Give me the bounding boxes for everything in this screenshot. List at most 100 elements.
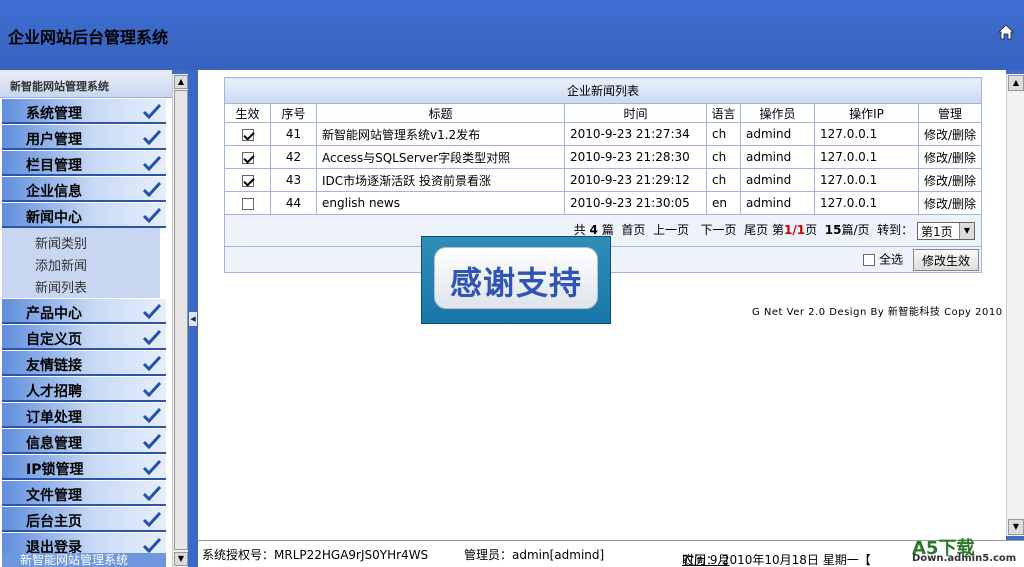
cell-manage-link[interactable]: 修改/删除 bbox=[918, 191, 982, 215]
cell-title[interactable]: 新智能网站管理系统v1.2发布 bbox=[316, 122, 565, 146]
sidebar-subitem[interactable]: 添加新闻 bbox=[2, 252, 160, 274]
check-icon bbox=[142, 537, 162, 553]
apply-button[interactable]: 修改生效 bbox=[912, 248, 979, 271]
check-icon bbox=[142, 103, 162, 119]
sidebar-item-label: 新闻中心 bbox=[26, 210, 82, 226]
cell-ip: 127.0.0.1 bbox=[814, 122, 919, 146]
home-icon[interactable] bbox=[998, 24, 1014, 40]
sidebar-item[interactable]: 后台主页 bbox=[2, 506, 166, 532]
scroll-thumb[interactable] bbox=[174, 90, 188, 550]
active-checkbox[interactable] bbox=[241, 151, 254, 164]
active-checkbox[interactable] bbox=[241, 128, 254, 141]
pager-page-prefix: 第 bbox=[772, 223, 785, 238]
cell-active bbox=[224, 191, 271, 215]
check-icon bbox=[142, 511, 162, 527]
sidebar-item[interactable]: 友情链接 bbox=[2, 350, 166, 376]
check-icon bbox=[142, 129, 162, 145]
cell-operator: admind bbox=[740, 191, 815, 215]
sidebar-item[interactable]: 新闻中心 bbox=[2, 202, 166, 228]
sidebar-item-label: 文件管理 bbox=[26, 488, 82, 504]
cell-active bbox=[224, 145, 271, 169]
sidebar-item[interactable]: 用户管理 bbox=[2, 124, 166, 150]
scroll-up-icon[interactable]: ▲ bbox=[1008, 75, 1024, 91]
cell-lang: en bbox=[706, 191, 741, 215]
cell-time: 2010-9-23 21:28:30 bbox=[564, 145, 707, 169]
table-row: 43 IDC市场逐渐活跃 投资前景看涨 2010-9-23 21:29:12 ch ad… bbox=[224, 168, 982, 192]
sidebar-item-label: 订单处理 bbox=[26, 410, 82, 426]
cell-active bbox=[224, 168, 271, 192]
col-lang: 语言 bbox=[706, 103, 741, 123]
sidebar-item-label: 自定义页 bbox=[26, 332, 82, 348]
cell-ip: 127.0.0.1 bbox=[814, 145, 919, 169]
scroll-up-icon[interactable]: ▲ bbox=[174, 75, 188, 89]
table-caption: 企业新闻列表 bbox=[224, 77, 982, 104]
cell-id: 44 bbox=[270, 191, 317, 215]
table-row: 41 新智能网站管理系统v1.2发布 2010-9-23 21:27:34 ch adm… bbox=[224, 122, 982, 146]
pager-last-link[interactable]: 尾页 bbox=[744, 223, 768, 237]
cell-id: 41 bbox=[270, 122, 317, 146]
sidebar-item[interactable]: 系统管理 bbox=[2, 98, 166, 124]
check-icon bbox=[142, 355, 162, 371]
sidebar-item[interactable]: 企业信息 bbox=[2, 176, 166, 202]
sidebar-scrollbar[interactable]: ▲ ▼ bbox=[172, 74, 188, 567]
cell-lang: ch bbox=[706, 145, 741, 169]
app-title: 企业网站后台管理系统 bbox=[8, 28, 169, 47]
page-select-value: 第1页 bbox=[921, 224, 953, 239]
cell-lang: ch bbox=[706, 122, 741, 146]
cell-title[interactable]: english news bbox=[316, 191, 565, 215]
sidebar-item[interactable]: 人才招聘 bbox=[2, 376, 166, 402]
thanks-text: 感谢支持 bbox=[449, 264, 582, 302]
cell-id: 43 bbox=[270, 168, 317, 192]
active-checkbox[interactable] bbox=[241, 197, 254, 210]
pager-prev-link[interactable]: 上一页 bbox=[653, 223, 689, 237]
cell-manage-link[interactable]: 修改/删除 bbox=[918, 168, 982, 192]
pager-first-link[interactable]: 首页 bbox=[621, 223, 645, 237]
sidebar-subitem[interactable]: 新闻类别 bbox=[2, 230, 160, 252]
sidebar-item-label: 用户管理 bbox=[26, 132, 82, 148]
cell-time: 2010-9-23 21:27:34 bbox=[564, 122, 707, 146]
scroll-down-icon[interactable]: ▼ bbox=[1008, 519, 1024, 535]
sidebar-item[interactable]: 产品中心 bbox=[2, 298, 166, 324]
sidebar-subitem[interactable]: 新闻列表 bbox=[2, 274, 160, 296]
chevron-down-icon[interactable]: ▼ bbox=[959, 222, 974, 239]
footer-credit: G Net Ver 2.0 Design By 新智能科技 Copy 2010 bbox=[752, 307, 1003, 318]
check-icon bbox=[142, 329, 162, 345]
check-icon bbox=[142, 485, 162, 501]
check-icon bbox=[142, 381, 162, 397]
cell-manage-link[interactable]: 修改/删除 bbox=[918, 145, 982, 169]
sidebar-item[interactable]: 文件管理 bbox=[2, 480, 166, 506]
pager-next-link[interactable]: 下一页 bbox=[701, 223, 737, 237]
cell-manage-link[interactable]: 修改/删除 bbox=[918, 122, 982, 146]
panel-splitter: ◀ bbox=[188, 70, 198, 567]
cell-ip: 127.0.0.1 bbox=[814, 191, 919, 215]
sidebar-item[interactable]: IP锁管理 bbox=[2, 454, 166, 480]
sidebar-item[interactable]: 信息管理 bbox=[2, 428, 166, 454]
active-checkbox[interactable] bbox=[241, 174, 254, 187]
cell-title[interactable]: Access与SQLServer字段类型对照 bbox=[316, 145, 565, 169]
sidebar-item[interactable]: 栏目管理 bbox=[2, 150, 166, 176]
cell-operator: admind bbox=[740, 122, 815, 146]
thanks-badge: 感谢支持 bbox=[421, 236, 611, 324]
sidebar-item[interactable]: 订单处理 bbox=[2, 402, 166, 428]
main-scrollbar[interactable]: ▲ ▼ bbox=[1006, 74, 1024, 536]
sidebar-item-label: 后台主页 bbox=[26, 514, 82, 530]
page-select[interactable]: 第1页 ▼ bbox=[917, 221, 975, 240]
watermark-sub: Down.admin5.com bbox=[912, 553, 1017, 564]
cell-operator: admind bbox=[740, 168, 815, 192]
sidebar-item-label: IP锁管理 bbox=[26, 462, 84, 478]
sidebar-item-label: 企业信息 bbox=[26, 184, 82, 200]
pager-page-suffix: 页 bbox=[805, 223, 818, 238]
col-manage: 管理 bbox=[918, 103, 982, 123]
cell-title[interactable]: IDC市场逐渐活跃 投资前景看涨 bbox=[316, 168, 565, 192]
select-all-label: 全选 bbox=[879, 252, 904, 266]
check-icon bbox=[142, 155, 162, 171]
check-icon bbox=[142, 207, 162, 223]
lunar-date-link[interactable]: 农历 9月 bbox=[682, 551, 729, 567]
sidebar-item-label: 系统管理 bbox=[26, 106, 82, 122]
sidebar-item[interactable]: 自定义页 bbox=[2, 324, 166, 350]
thanks-badge-inner: 感谢支持 bbox=[434, 247, 598, 309]
collapse-sidebar-icon[interactable]: ◀ bbox=[189, 312, 197, 326]
sidebar-bottom-title: 新智能网站管理系统 bbox=[2, 553, 166, 567]
scroll-down-icon[interactable]: ▼ bbox=[174, 552, 188, 566]
select-all-checkbox[interactable] bbox=[863, 253, 876, 266]
